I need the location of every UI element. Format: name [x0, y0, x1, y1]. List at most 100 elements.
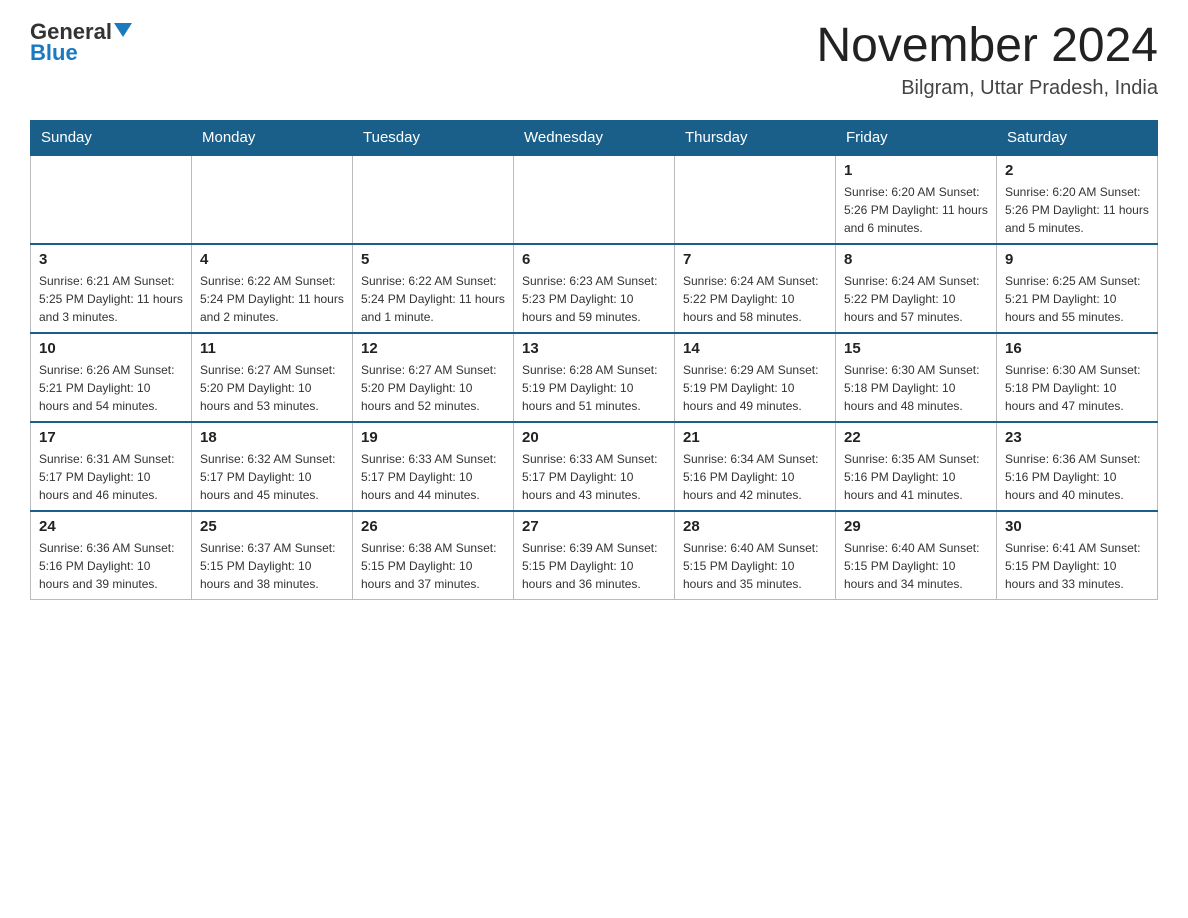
calendar-cell	[192, 155, 353, 244]
day-info: Sunrise: 6:36 AM Sunset: 5:16 PM Dayligh…	[1005, 450, 1149, 504]
day-info: Sunrise: 6:20 AM Sunset: 5:26 PM Dayligh…	[844, 183, 988, 237]
calendar-cell: 11 Sunrise: 6:27 AM Sunset: 5:20 PM Dayli…	[192, 333, 353, 422]
day-info: Sunrise: 6:32 AM Sunset: 5:17 PM Dayligh…	[200, 450, 344, 504]
calendar-table: Sunday Monday Tuesday Wednesday Thursday…	[30, 120, 1158, 600]
day-info: Sunrise: 6:24 AM Sunset: 5:22 PM Dayligh…	[844, 272, 988, 326]
header-wednesday: Wednesday	[514, 120, 675, 155]
day-number: 9	[1005, 251, 1149, 268]
calendar-cell: 2Sunrise: 6:20 AM Sunset: 5:26 PM Daylig…	[997, 155, 1158, 244]
calendar-cell: 24 Sunrise: 6:36 AM Sunset: 5:16 PM Dayli…	[31, 511, 192, 600]
day-number: 21	[683, 429, 827, 446]
calendar-cell: 26 Sunrise: 6:38 AM Sunset: 5:15 PM Dayli…	[353, 511, 514, 600]
calendar-cell: 27 Sunrise: 6:39 AM Sunset: 5:15 PM Dayli…	[514, 511, 675, 600]
day-info: Sunrise: 6:41 AM Sunset: 5:15 PM Dayligh…	[1005, 539, 1149, 593]
calendar-week-4: 17 Sunrise: 6:31 AM Sunset: 5:17 PM Dayli…	[31, 422, 1158, 511]
day-info: Sunrise: 6:40 AM Sunset: 5:15 PM Dayligh…	[683, 539, 827, 593]
header-monday: Monday	[192, 120, 353, 155]
calendar-cell: 23 Sunrise: 6:36 AM Sunset: 5:16 PM Dayli…	[997, 422, 1158, 511]
calendar-week-2: 3 Sunrise: 6:21 AM Sunset: 5:25 PM Daylig…	[31, 244, 1158, 333]
day-number: 20	[522, 429, 666, 446]
calendar-cell	[353, 155, 514, 244]
calendar-cell: 7 Sunrise: 6:24 AM Sunset: 5:22 PM Daylig…	[675, 244, 836, 333]
calendar-cell: 16 Sunrise: 6:30 AM Sunset: 5:18 PM Dayli…	[997, 333, 1158, 422]
logo-blue: Blue	[30, 40, 78, 66]
day-number: 5	[361, 251, 505, 268]
calendar-cell: 21 Sunrise: 6:34 AM Sunset: 5:16 PM Dayli…	[675, 422, 836, 511]
day-info: Sunrise: 6:35 AM Sunset: 5:16 PM Dayligh…	[844, 450, 988, 504]
header-friday: Friday	[836, 120, 997, 155]
calendar-cell: 4 Sunrise: 6:22 AM Sunset: 5:24 PM Daylig…	[192, 244, 353, 333]
calendar-cell: 5 Sunrise: 6:22 AM Sunset: 5:24 PM Daylig…	[353, 244, 514, 333]
day-info: Sunrise: 6:23 AM Sunset: 5:23 PM Dayligh…	[522, 272, 666, 326]
day-number: 29	[844, 518, 988, 535]
header-saturday: Saturday	[997, 120, 1158, 155]
calendar-subtitle: Bilgram, Uttar Pradesh, India	[816, 77, 1158, 100]
day-number: 14	[683, 340, 827, 357]
day-number: 24	[39, 518, 183, 535]
calendar-cell: 25Sunrise: 6:37 AM Sunset: 5:15 PM Dayli…	[192, 511, 353, 600]
day-info: Sunrise: 6:27 AM Sunset: 5:20 PM Dayligh…	[361, 361, 505, 415]
day-info: Sunrise: 6:25 AM Sunset: 5:21 PM Dayligh…	[1005, 272, 1149, 326]
header-tuesday: Tuesday	[353, 120, 514, 155]
day-info: Sunrise: 6:27 AM Sunset: 5:20 PM Dayligh…	[200, 361, 344, 415]
title-area: November 2024 Bilgram, Uttar Pradesh, In…	[816, 20, 1158, 100]
day-info: Sunrise: 6:36 AM Sunset: 5:16 PM Dayligh…	[39, 539, 183, 593]
day-number: 19	[361, 429, 505, 446]
header-sunday: Sunday	[31, 120, 192, 155]
calendar-cell: 30 Sunrise: 6:41 AM Sunset: 5:15 PM Dayli…	[997, 511, 1158, 600]
page-header: General Blue November 2024 Bilgram, Utta…	[30, 20, 1158, 100]
calendar-cell: 29 Sunrise: 6:40 AM Sunset: 5:15 PM Dayli…	[836, 511, 997, 600]
day-number: 28	[683, 518, 827, 535]
calendar-title: November 2024	[816, 20, 1158, 73]
calendar-cell: 13Sunrise: 6:28 AM Sunset: 5:19 PM Dayli…	[514, 333, 675, 422]
calendar-cell: 3 Sunrise: 6:21 AM Sunset: 5:25 PM Daylig…	[31, 244, 192, 333]
day-number: 30	[1005, 518, 1149, 535]
day-info: Sunrise: 6:30 AM Sunset: 5:18 PM Dayligh…	[1005, 361, 1149, 415]
day-info: Sunrise: 6:22 AM Sunset: 5:24 PM Dayligh…	[200, 272, 344, 326]
day-number: 13	[522, 340, 666, 357]
day-number: 16	[1005, 340, 1149, 357]
day-number: 11	[200, 340, 344, 357]
calendar-cell: 17 Sunrise: 6:31 AM Sunset: 5:17 PM Dayli…	[31, 422, 192, 511]
calendar-cell: 1 Sunrise: 6:20 AM Sunset: 5:26 PM Daylig…	[836, 155, 997, 244]
day-number: 17	[39, 429, 183, 446]
day-number: 27	[522, 518, 666, 535]
calendar-cell: 22 Sunrise: 6:35 AM Sunset: 5:16 PM Dayli…	[836, 422, 997, 511]
day-number: 15	[844, 340, 988, 357]
day-number: 12	[361, 340, 505, 357]
day-info: Sunrise: 6:21 AM Sunset: 5:25 PM Dayligh…	[39, 272, 183, 326]
calendar-cell: 28 Sunrise: 6:40 AM Sunset: 5:15 PM Dayli…	[675, 511, 836, 600]
day-number: 18	[200, 429, 344, 446]
day-info: Sunrise: 6:33 AM Sunset: 5:17 PM Dayligh…	[361, 450, 505, 504]
day-number: 6	[522, 251, 666, 268]
day-info: Sunrise: 6:39 AM Sunset: 5:15 PM Dayligh…	[522, 539, 666, 593]
day-info: Sunrise: 6:34 AM Sunset: 5:16 PM Dayligh…	[683, 450, 827, 504]
calendar-cell: 6 Sunrise: 6:23 AM Sunset: 5:23 PM Daylig…	[514, 244, 675, 333]
day-info: Sunrise: 6:40 AM Sunset: 5:15 PM Dayligh…	[844, 539, 988, 593]
day-info: Sunrise: 6:22 AM Sunset: 5:24 PM Dayligh…	[361, 272, 505, 326]
calendar-cell: 14 Sunrise: 6:29 AM Sunset: 5:19 PM Dayli…	[675, 333, 836, 422]
day-info: Sunrise: 6:30 AM Sunset: 5:18 PM Dayligh…	[844, 361, 988, 415]
day-number: 3	[39, 251, 183, 268]
day-number: 23	[1005, 429, 1149, 446]
day-number: 1	[844, 162, 988, 179]
day-number: 26	[361, 518, 505, 535]
day-number: 7	[683, 251, 827, 268]
calendar-cell: 10Sunrise: 6:26 AM Sunset: 5:21 PM Dayli…	[31, 333, 192, 422]
day-number: 4	[200, 251, 344, 268]
calendar-cell: 19 Sunrise: 6:33 AM Sunset: 5:17 PM Dayli…	[353, 422, 514, 511]
calendar-cell: 20Sunrise: 6:33 AM Sunset: 5:17 PM Dayli…	[514, 422, 675, 511]
day-number: 2	[1005, 162, 1149, 179]
day-info: Sunrise: 6:38 AM Sunset: 5:15 PM Dayligh…	[361, 539, 505, 593]
calendar-cell: 9 Sunrise: 6:25 AM Sunset: 5:21 PM Daylig…	[997, 244, 1158, 333]
calendar-cell: 15 Sunrise: 6:30 AM Sunset: 5:18 PM Dayli…	[836, 333, 997, 422]
day-info: Sunrise: 6:29 AM Sunset: 5:19 PM Dayligh…	[683, 361, 827, 415]
day-number: 8	[844, 251, 988, 268]
calendar-cell: 18 Sunrise: 6:32 AM Sunset: 5:17 PM Dayli…	[192, 422, 353, 511]
day-info: Sunrise: 6:31 AM Sunset: 5:17 PM Dayligh…	[39, 450, 183, 504]
day-info: Sunrise: 6:24 AM Sunset: 5:22 PM Dayligh…	[683, 272, 827, 326]
calendar-week-5: 24 Sunrise: 6:36 AM Sunset: 5:16 PM Dayli…	[31, 511, 1158, 600]
day-number: 25	[200, 518, 344, 535]
day-number: 22	[844, 429, 988, 446]
header-thursday: Thursday	[675, 120, 836, 155]
